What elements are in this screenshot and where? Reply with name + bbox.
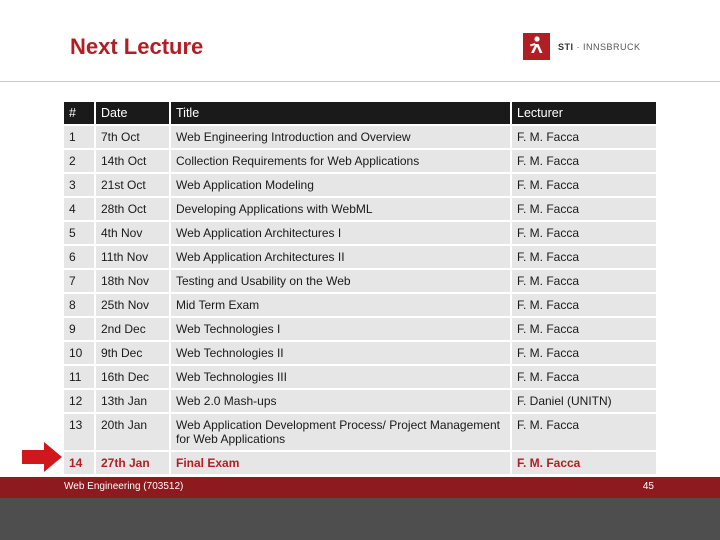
cell-date: 20th Jan bbox=[96, 414, 169, 450]
cell-lecturer: F. M. Facca bbox=[512, 198, 656, 220]
table-row: 7 18th Nov Testing and Usability on the We… bbox=[64, 270, 656, 292]
bottom-band bbox=[0, 498, 720, 540]
cell-lecturer: F. M. Facca bbox=[512, 174, 656, 196]
table-row: 6 11th Nov Web Application Architectures I… bbox=[64, 246, 656, 268]
table-row: 13 20th Jan Web Application Development Pr… bbox=[64, 414, 656, 450]
table-row: 9 2nd Dec Web Technologies I F. M. Facca bbox=[64, 318, 656, 340]
header-date: Date bbox=[96, 102, 169, 124]
cell-date: 11th Nov bbox=[96, 246, 169, 268]
cell-title: Testing and Usability on the Web bbox=[171, 270, 510, 292]
table-row: 10 9th Dec Web Technologies II F. M. Facca bbox=[64, 342, 656, 364]
cell-number: 2 bbox=[64, 150, 94, 172]
cell-number: 7 bbox=[64, 270, 94, 292]
cell-date: 25th Nov bbox=[96, 294, 169, 316]
header-lecturer: Lecturer bbox=[512, 102, 656, 124]
slide-title: Next Lecture bbox=[70, 34, 204, 59]
cell-date: 9th Dec bbox=[96, 342, 169, 364]
table-row: 8 25th Nov Mid Term Exam F. M. Facca bbox=[64, 294, 656, 316]
cell-number: 6 bbox=[64, 246, 94, 268]
table-row: 2 14th Oct Collection Requirements for Web… bbox=[64, 150, 656, 172]
logo-wordmark: STI · INNSBRUCK bbox=[558, 41, 641, 52]
cell-date: 4th Nov bbox=[96, 222, 169, 244]
cell-number: 12 bbox=[64, 390, 94, 412]
header-title: Title bbox=[171, 102, 510, 124]
lecture-schedule-table: # Date Title Lecturer 1 7th Oct Web Engine… bbox=[62, 100, 658, 476]
cell-lecturer: F. M. Facca bbox=[512, 246, 656, 268]
cell-title: Web Application Architectures II bbox=[171, 246, 510, 268]
table-row: 5 4th Nov Web Application Architectures IF… bbox=[64, 222, 656, 244]
cell-title: Web Application Architectures I bbox=[171, 222, 510, 244]
cell-lecturer: F. M. Facca bbox=[512, 342, 656, 364]
course-name: Web Engineering (703512) bbox=[64, 481, 184, 492]
cell-lecturer: F. M. Facca bbox=[512, 366, 656, 388]
cell-lecturer: F. Daniel (UNITN) bbox=[512, 390, 656, 412]
header-number: # bbox=[64, 102, 94, 124]
cell-number: 13 bbox=[64, 414, 94, 450]
cell-title: Developing Applications with WebML bbox=[171, 198, 510, 220]
table-row: 11 16th Dec Web Technologies III F. M. Facc… bbox=[64, 366, 656, 388]
table-row: 1 7th Oct Web Engineering Introduction and… bbox=[64, 126, 656, 148]
page-number: 45 bbox=[642, 481, 654, 492]
sti-innsbruck-logo: STI · INNSBRUCK bbox=[523, 33, 641, 60]
cell-title: Web Application Development Process/ Pro… bbox=[171, 414, 510, 450]
header-divider bbox=[0, 81, 720, 82]
cell-number: 5 bbox=[64, 222, 94, 244]
cell-date: 14th Oct bbox=[96, 150, 169, 172]
cell-title: Web 2.0 Mash-ups bbox=[171, 390, 510, 412]
cell-number: 9 bbox=[64, 318, 94, 340]
cell-title: Web Application Modeling bbox=[171, 174, 510, 196]
table-row: 12 13th Jan Web 2.0 Mash-ups F. Daniel (UNI… bbox=[64, 390, 656, 412]
cell-title: Web Technologies III bbox=[171, 366, 510, 388]
cell-number: 8 bbox=[64, 294, 94, 316]
cell-lecturer: F. M. Facca bbox=[512, 294, 656, 316]
cell-title: Final Exam bbox=[171, 452, 510, 474]
cell-lecturer: F. M. Facca bbox=[512, 222, 656, 244]
cell-date: 7th Oct bbox=[96, 126, 169, 148]
cell-number: 14 bbox=[64, 452, 94, 474]
cell-number: 10 bbox=[64, 342, 94, 364]
cell-date: 13th Jan bbox=[96, 390, 169, 412]
table-header-row: # Date Title Lecturer bbox=[64, 102, 656, 124]
cell-lecturer: F. M. Facca bbox=[512, 270, 656, 292]
cell-date: 18th Nov bbox=[96, 270, 169, 292]
sti-logo-icon bbox=[523, 33, 550, 60]
cell-lecturer: F. M. Facca bbox=[512, 150, 656, 172]
cell-title: Web Technologies I bbox=[171, 318, 510, 340]
cell-lecturer: F. M. Facca bbox=[512, 414, 656, 450]
table-row: 4 28th Oct Developing Applications with We… bbox=[64, 198, 656, 220]
cell-date: 21st Oct bbox=[96, 174, 169, 196]
table-row: 3 21st Oct Web Application Modeling F. M. F… bbox=[64, 174, 656, 196]
cell-number: 1 bbox=[64, 126, 94, 148]
cell-lecturer: F. M. Facca bbox=[512, 452, 656, 474]
cell-title: Web Technologies II bbox=[171, 342, 510, 364]
cell-title: Web Engineering Introduction and Overvie… bbox=[171, 126, 510, 148]
cell-number: 4 bbox=[64, 198, 94, 220]
arrow-right-icon bbox=[22, 442, 62, 477]
cell-title: Collection Requirements for Web Applicat… bbox=[171, 150, 510, 172]
footer-bar: Web Engineering (703512) 45 bbox=[0, 477, 720, 498]
cell-date: 28th Oct bbox=[96, 198, 169, 220]
cell-date: 16th Dec bbox=[96, 366, 169, 388]
table-row: 14 27th Jan Final Exam F. M. Facca bbox=[64, 452, 656, 474]
cell-number: 3 bbox=[64, 174, 94, 196]
cell-lecturer: F. M. Facca bbox=[512, 318, 656, 340]
cell-lecturer: F. M. Facca bbox=[512, 126, 656, 148]
cell-date: 27th Jan bbox=[96, 452, 169, 474]
cell-number: 11 bbox=[64, 366, 94, 388]
cell-title: Mid Term Exam bbox=[171, 294, 510, 316]
cell-date: 2nd Dec bbox=[96, 318, 169, 340]
